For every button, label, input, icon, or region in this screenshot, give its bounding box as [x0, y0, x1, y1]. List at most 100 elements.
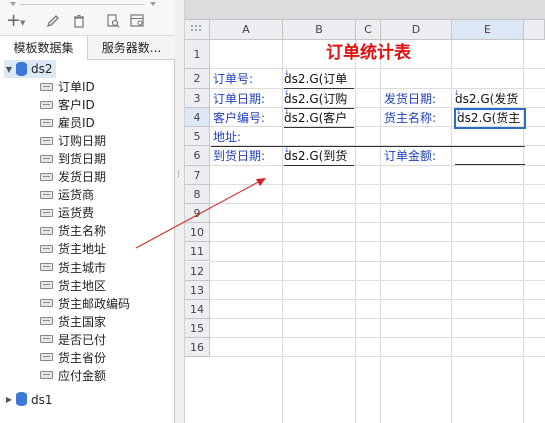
dataset-settings-icon[interactable]: [130, 14, 145, 30]
field-item[interactable]: 货主名称: [40, 222, 106, 240]
preview-icon[interactable]: [106, 14, 120, 30]
field-item[interactable]: 货主地址: [40, 240, 106, 258]
field-icon: [40, 100, 53, 109]
grid-line-horizontal: [210, 241, 545, 243]
field-label: 雇员ID: [58, 116, 95, 131]
field-item[interactable]: 货主城市: [40, 259, 106, 277]
dataset-node-ds2[interactable]: ▼ ds2: [4, 60, 56, 78]
row-header-1[interactable]: 1: [185, 40, 210, 69]
dataset-name: ds2: [31, 62, 53, 76]
column-header-extra[interactable]: [524, 20, 545, 40]
field-icon: [40, 371, 53, 380]
cell-e3-ship-date-binding[interactable]: ds2.G(发货: [455, 91, 525, 109]
field-item[interactable]: 订单ID: [40, 78, 95, 96]
cell-b4-customer-binding[interactable]: ds2.G(客户: [284, 110, 354, 128]
field-item[interactable]: 订购日期: [40, 132, 106, 150]
field-item[interactable]: 货主省份: [40, 349, 106, 367]
cell-b2-expand-marker: ↓: [284, 69, 290, 77]
field-icon: [40, 281, 53, 290]
field-label: 货主省份: [58, 350, 107, 365]
cell-a2-order-no-label[interactable]: 订单号:: [213, 71, 281, 88]
field-label: 订单ID: [58, 80, 95, 94]
column-header-b[interactable]: B: [283, 20, 356, 40]
field-item[interactable]: 发货日期: [40, 168, 106, 186]
column-header-a[interactable]: A: [210, 20, 283, 40]
field-label: 是否已付: [58, 332, 107, 347]
field-label: 发货日期: [58, 170, 107, 185]
column-header-e[interactable]: E: [452, 20, 524, 40]
grid-line-horizontal: [210, 203, 545, 205]
grid-line-horizontal: [210, 298, 545, 300]
field-icon: [40, 263, 53, 271]
row-header-15[interactable]: 15: [185, 318, 210, 338]
tab-server-datasets[interactable]: 服务器数...: [88, 36, 175, 60]
cell-d3-ship-date-label[interactable]: 发货日期:: [384, 91, 452, 108]
row-header-11[interactable]: 11: [185, 242, 210, 262]
row-header-9[interactable]: 9: [185, 204, 210, 224]
row-header-10[interactable]: 10: [185, 223, 210, 243]
panel-splitter[interactable]: ⁞: [175, 0, 185, 423]
row-header-4[interactable]: 4: [185, 108, 210, 127]
grid-line-horizontal: [210, 88, 545, 89]
cell-e6-order-amount-empty[interactable]: [455, 148, 525, 165]
field-item[interactable]: 货主地区: [40, 277, 106, 295]
field-item[interactable]: 运货费: [40, 204, 94, 222]
row-header-5[interactable]: 5: [185, 127, 210, 146]
collapse-handle[interactable]: [0, 0, 175, 9]
cell-d6-order-amount-label[interactable]: 订单金额:: [384, 148, 452, 165]
dataset-node-ds1[interactable]: ▶ ds1: [4, 391, 53, 409]
expand-down-icon[interactable]: ▼: [4, 61, 14, 79]
field-label: 到货日期: [58, 152, 107, 167]
tab-template-datasets[interactable]: 模板数据集: [0, 36, 88, 60]
grid-line-horizontal: [210, 184, 545, 186]
cell-a4-customer-no-label[interactable]: 客户编号:: [213, 110, 281, 127]
database-icon: [16, 392, 27, 407]
field-item[interactable]: 货主国家: [40, 313, 106, 331]
field-item[interactable]: 雇员ID: [40, 114, 95, 132]
field-item[interactable]: 货主邮政编码: [40, 295, 130, 313]
field-label: 订购日期: [58, 134, 107, 149]
cell-b3-order-date-binding[interactable]: ds2.G(订购: [284, 91, 354, 109]
field-item[interactable]: 运货商: [40, 186, 94, 204]
cell-a6-arrival-date-label[interactable]: 到货日期:: [213, 148, 281, 165]
cell-b2-order-id-binding[interactable]: ds2.G(订单: [284, 71, 354, 89]
row-header-14[interactable]: 14: [185, 299, 210, 319]
trash-icon[interactable]: [72, 14, 86, 30]
row-header-3[interactable]: 3: [185, 89, 210, 108]
column-header-d[interactable]: D: [381, 20, 452, 40]
cell-b6-arrival-date-binding[interactable]: ds2.G(到货: [284, 148, 354, 166]
column-header-c[interactable]: C: [356, 20, 381, 40]
row-header-6[interactable]: 6: [185, 146, 210, 166]
cell-a3-order-date-label[interactable]: 订单日期:: [213, 91, 281, 108]
field-icon: [40, 118, 53, 127]
field-item[interactable]: 到货日期: [40, 150, 106, 168]
row-header-13[interactable]: 13: [185, 280, 210, 300]
cell-b4-expand-marker: ↓: [284, 108, 290, 116]
field-label: 客户ID: [58, 98, 95, 113]
field-label: 运货费: [58, 206, 95, 221]
field-item[interactable]: 客户ID: [40, 96, 95, 114]
selected-cell-e4[interactable]: [454, 108, 526, 129]
plus-icon[interactable]: +: [6, 12, 21, 30]
field-item[interactable]: 是否已付: [40, 331, 106, 349]
row-header-12[interactable]: 12: [185, 261, 210, 281]
collapse-right-icon[interactable]: ▶: [4, 391, 14, 409]
field-icon: [40, 317, 53, 326]
field-item[interactable]: 应付金额: [40, 367, 106, 385]
row-header-7[interactable]: 7: [185, 166, 210, 186]
dropdown-icon[interactable]: ▼: [20, 15, 25, 31]
cell-a5-address-label[interactable]: 地址:: [213, 129, 281, 146]
row-header-16[interactable]: 16: [185, 337, 210, 357]
row-header-2[interactable]: 2: [185, 69, 210, 89]
pencil-icon[interactable]: [46, 14, 60, 30]
row-header-8[interactable]: 8: [185, 185, 210, 205]
report-title[interactable]: 订单统计表: [283, 42, 454, 64]
field-icon: [40, 172, 53, 181]
grid-line-horizontal: [210, 222, 545, 224]
grid-line-horizontal: [210, 260, 545, 262]
sheet-corner[interactable]: [185, 20, 210, 40]
dataset-tree: ▼ ds2 订单ID 客户ID 雇员ID 订购日期到货日期发货日期 运货商运货费 货主名称货主…: [0, 60, 175, 423]
cell-d4-shipper-name-label[interactable]: 货主名称:: [384, 110, 452, 127]
field-label: 货主地址: [58, 242, 107, 257]
cell-b6-expand-marker: ↓: [284, 146, 290, 154]
